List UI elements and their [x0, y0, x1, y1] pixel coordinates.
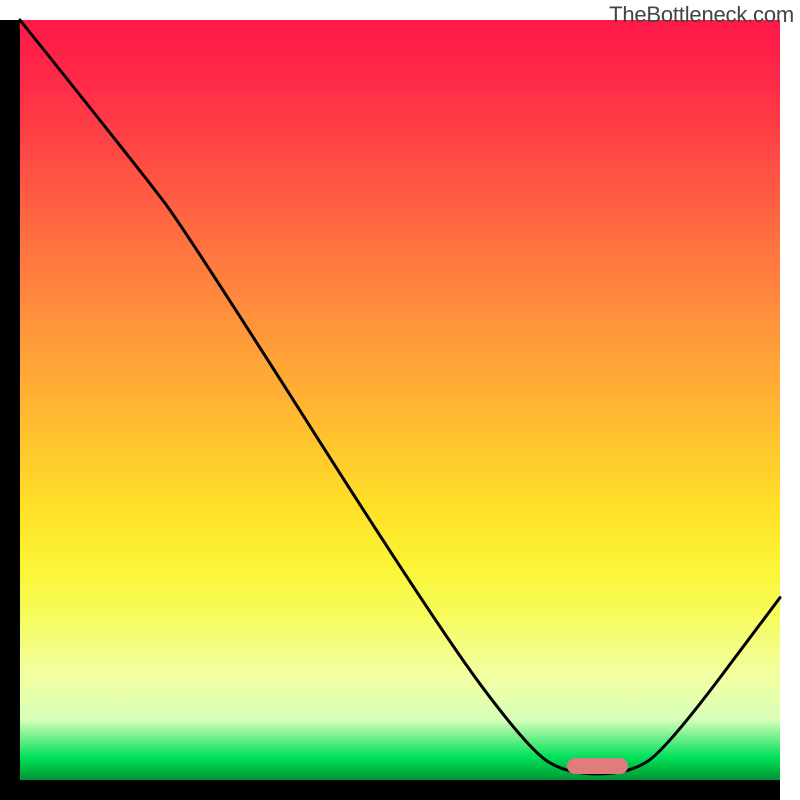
axis-corner [0, 780, 20, 800]
chart-container: TheBottleneck.com [0, 0, 800, 800]
optimal-range-marker [567, 758, 628, 774]
y-axis [0, 20, 20, 780]
bottleneck-curve [20, 20, 780, 780]
watermark-text: TheBottleneck.com [609, 2, 794, 28]
x-axis [20, 780, 780, 800]
